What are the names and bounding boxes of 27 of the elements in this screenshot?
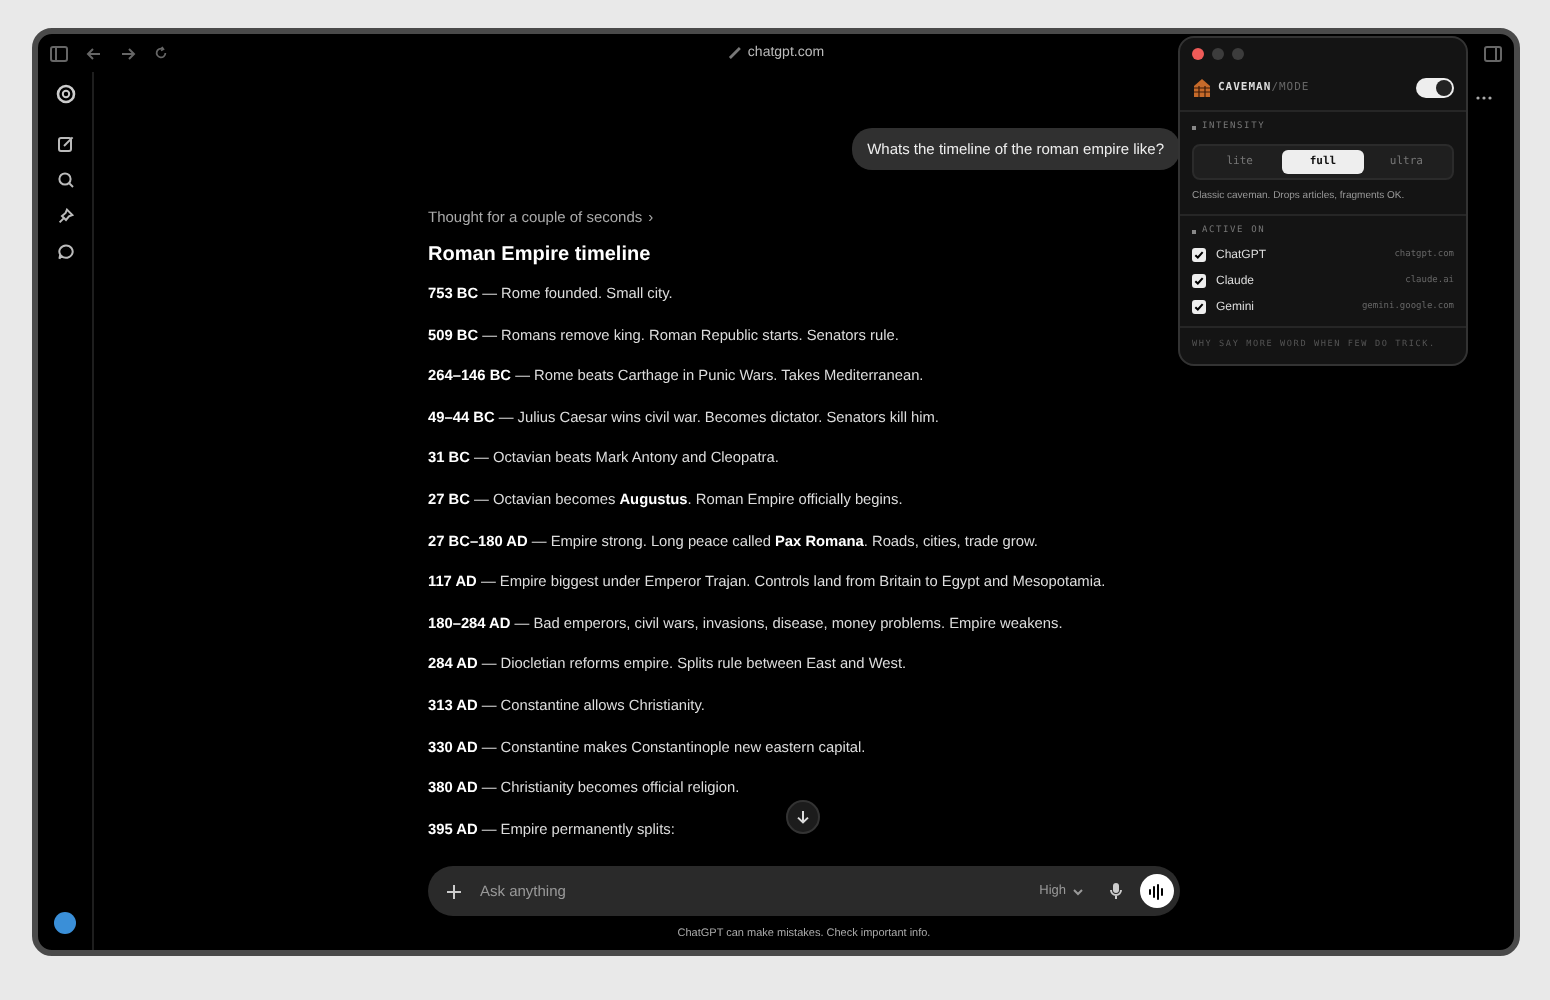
avatar[interactable]	[54, 912, 76, 934]
pin-icon[interactable]	[57, 208, 73, 224]
chat-bubble-icon[interactable]	[57, 244, 73, 260]
waveform-icon[interactable]	[1148, 883, 1166, 900]
site-checkbox[interactable]	[1192, 274, 1206, 288]
plus-icon[interactable]	[446, 883, 462, 900]
caret-icon[interactable]	[1072, 887, 1084, 896]
reload-icon[interactable]	[154, 46, 168, 60]
mode-toggle[interactable]	[1416, 78, 1454, 98]
more-options-icon[interactable]	[1474, 92, 1494, 104]
site-checkbox[interactable]	[1192, 248, 1206, 262]
search-icon[interactable]	[57, 172, 73, 188]
building-icon	[1192, 78, 1212, 98]
microphone-icon[interactable]	[1110, 882, 1122, 901]
arrow-down-icon[interactable]	[796, 810, 810, 824]
logo-icon[interactable]	[55, 84, 75, 104]
scroll-down-button[interactable]	[786, 800, 820, 834]
back-arrow-icon[interactable]	[86, 47, 102, 59]
voice-mode-button[interactable]	[1140, 874, 1174, 909]
sidebar-toggle-icon[interactable]	[50, 45, 68, 61]
pencil-icon	[727, 46, 742, 60]
close-window-button[interactable]	[1192, 48, 1204, 60]
forward-arrow-icon[interactable]	[120, 47, 136, 59]
sidebar-panel-icon[interactable]	[1484, 45, 1502, 61]
new-chat-icon[interactable]	[57, 136, 73, 152]
answer-heading: Roman Empire timeline	[428, 244, 653, 266]
site-checkbox[interactable]	[1192, 300, 1206, 314]
